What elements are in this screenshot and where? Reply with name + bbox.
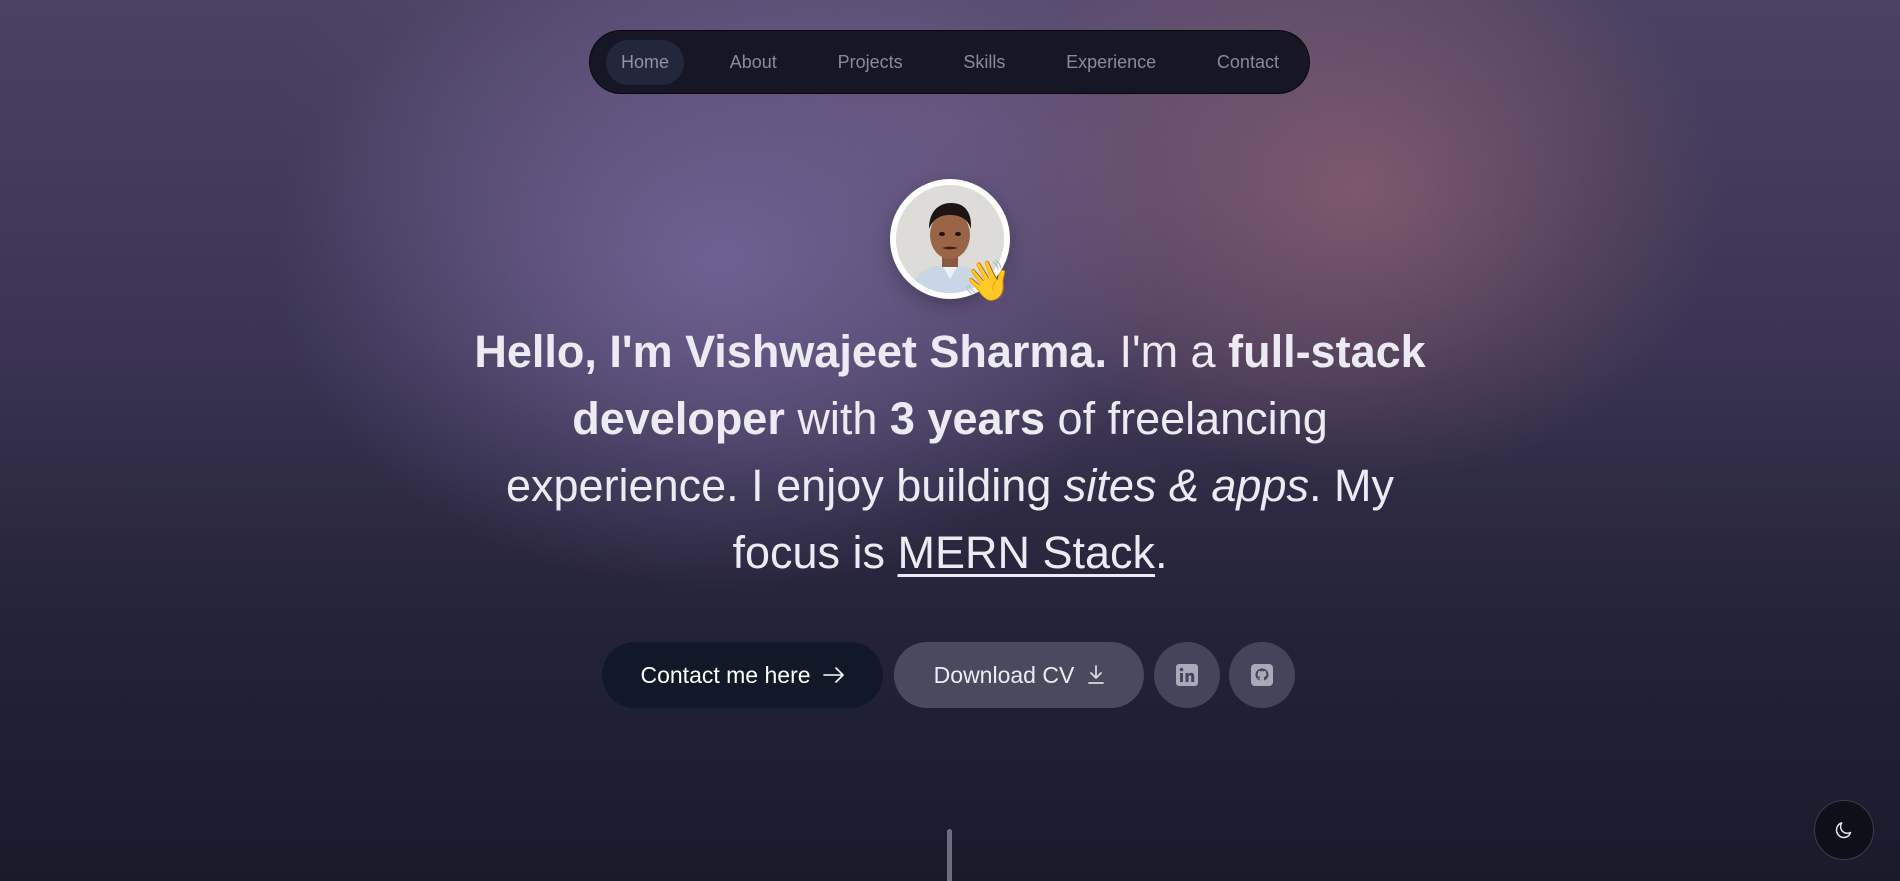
arrow-right-icon bbox=[822, 667, 844, 683]
avatar-wrapper: 👋 bbox=[890, 179, 1012, 303]
headline-intro: Hello, I'm Vishwajeet Sharma. bbox=[474, 326, 1107, 377]
linkedin-icon bbox=[1176, 664, 1198, 686]
github-icon bbox=[1251, 664, 1273, 686]
hero-headline: Hello, I'm Vishwajeet Sharma. I'm a full… bbox=[460, 318, 1440, 586]
waving-hand-icon: 👋 bbox=[962, 259, 1012, 303]
nav-item-projects[interactable]: Projects bbox=[823, 40, 918, 85]
main-nav: Home About Projects Skills Experience Co… bbox=[589, 30, 1310, 94]
headline-text: with bbox=[784, 393, 890, 444]
headline-years: 3 years bbox=[889, 393, 1046, 444]
headline-stack: MERN Stack bbox=[897, 527, 1156, 578]
contact-button[interactable]: Contact me here bbox=[602, 642, 883, 708]
nav-item-experience[interactable]: Experience bbox=[1051, 40, 1171, 85]
nav-item-contact[interactable]: Contact bbox=[1202, 40, 1294, 85]
moon-icon bbox=[1835, 822, 1852, 839]
download-cv-button[interactable]: Download CV bbox=[894, 642, 1144, 708]
nav-item-home[interactable]: Home bbox=[606, 39, 685, 85]
download-icon bbox=[1088, 665, 1105, 684]
github-button[interactable] bbox=[1229, 642, 1295, 708]
headline-text: . bbox=[1155, 527, 1168, 578]
scroll-indicator bbox=[947, 829, 952, 881]
headline-text: I'm a bbox=[1106, 326, 1229, 377]
nav-item-skills[interactable]: Skills bbox=[948, 40, 1020, 85]
hero-actions: Contact me here Download CV bbox=[602, 642, 1295, 708]
linkedin-button[interactable] bbox=[1154, 642, 1220, 708]
download-cv-label: Download CV bbox=[933, 661, 1075, 688]
nav-item-about[interactable]: About bbox=[715, 40, 792, 85]
headline-sites-apps: sites & apps bbox=[1063, 460, 1309, 511]
theme-toggle-button[interactable] bbox=[1814, 800, 1874, 860]
contact-button-label: Contact me here bbox=[640, 661, 811, 688]
